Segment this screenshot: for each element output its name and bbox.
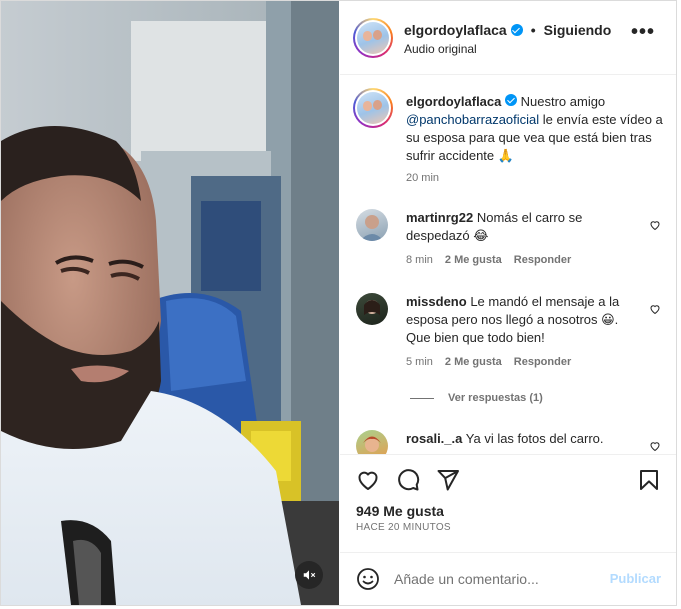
view-replies-button[interactable]: Ver respuestas (1)	[410, 392, 543, 404]
verified-badge-icon	[510, 24, 523, 36]
more-options-button[interactable]: •••	[631, 22, 655, 47]
comment-heart-icon[interactable]	[649, 219, 661, 231]
commenter-avatar[interactable]	[356, 293, 388, 325]
caption-avatar[interactable]	[353, 88, 393, 128]
smiley-icon[interactable]	[356, 567, 380, 591]
commenter-avatar[interactable]	[356, 209, 388, 241]
reply-button[interactable]: Responder	[514, 254, 571, 266]
comment-text: Ya vi las fotos del carro.	[465, 431, 604, 446]
add-comment-bar: Publicar	[340, 552, 676, 605]
replies-divider	[410, 397, 434, 399]
comment-username[interactable]: martinrg22	[406, 210, 473, 225]
bookmark-icon[interactable]	[637, 468, 661, 492]
comment-heart-icon[interactable]	[649, 303, 661, 315]
commenter-avatar[interactable]	[356, 430, 388, 454]
comment-username[interactable]: missdeno	[406, 294, 467, 309]
following-button[interactable]: Siguiendo	[544, 22, 612, 38]
post-header: elgordoylaflaca • Siguiendo Audio origin…	[340, 1, 676, 75]
comment-likes[interactable]: 2 Me gusta	[445, 356, 502, 368]
video-frame	[1, 1, 339, 605]
view-replies-label: Ver respuestas (1)	[448, 392, 543, 404]
comment-time: 5 min	[406, 356, 433, 368]
separator-dot: •	[530, 22, 536, 38]
likes-count[interactable]: 949 Me gusta	[356, 503, 444, 519]
caption-username[interactable]: elgordoylaflaca	[406, 94, 501, 109]
comment-heart-icon[interactable]	[649, 440, 661, 452]
caption-time: 20 min	[406, 172, 440, 184]
post-modal: elgordoylaflaca • Siguiendo Audio origin…	[0, 0, 677, 606]
reply-button[interactable]: Responder	[514, 356, 571, 368]
comment-meta: 5 min 2 Me gusta Responder	[406, 356, 571, 368]
post-caption: elgordoylaflaca Nuestro amigo @panchobar…	[406, 93, 668, 165]
comment-username[interactable]: rosali._.a	[406, 431, 462, 446]
caption-mention[interactable]: @panchobarrazaoficial	[406, 112, 539, 127]
posted-time: HACE 20 MINUTOS	[356, 522, 451, 533]
comment-meta: 8 min 2 Me gusta Responder	[406, 254, 571, 266]
heart-icon[interactable]	[356, 468, 380, 492]
comment-body: rosali._.a Ya vi las fotos del carro.	[406, 430, 646, 448]
comment-body: martinrg22 Nomás el carro se despedazó 😂	[406, 209, 646, 245]
muted-speaker-icon	[303, 570, 316, 580]
author-avatar[interactable]	[353, 18, 393, 58]
comment-bubble-icon[interactable]	[396, 468, 420, 492]
paper-plane-icon[interactable]	[436, 468, 460, 492]
comment-time: 8 min	[406, 254, 433, 266]
caption-text-before: Nuestro amigo	[520, 94, 606, 109]
verified-badge-icon	[505, 94, 517, 106]
comment-input[interactable]	[394, 567, 594, 591]
post-actions: 949 Me gusta HACE 20 MINUTOS	[340, 454, 676, 552]
publish-button[interactable]: Publicar	[610, 571, 661, 586]
author-username[interactable]: elgordoylaflaca	[404, 22, 507, 38]
comment-body: missdeno Le mandó el mensaje a la esposa…	[406, 293, 646, 347]
author-line: elgordoylaflaca • Siguiendo	[404, 22, 611, 38]
video-player[interactable]	[1, 1, 339, 605]
comments-list[interactable]: elgordoylaflaca Nuestro amigo @panchobar…	[340, 76, 676, 454]
mute-toggle-button[interactable]	[295, 561, 323, 589]
post-sidebar: elgordoylaflaca • Siguiendo Audio origin…	[340, 1, 676, 605]
audio-link[interactable]: Audio original	[404, 42, 477, 56]
comment-likes[interactable]: 2 Me gusta	[445, 254, 502, 266]
